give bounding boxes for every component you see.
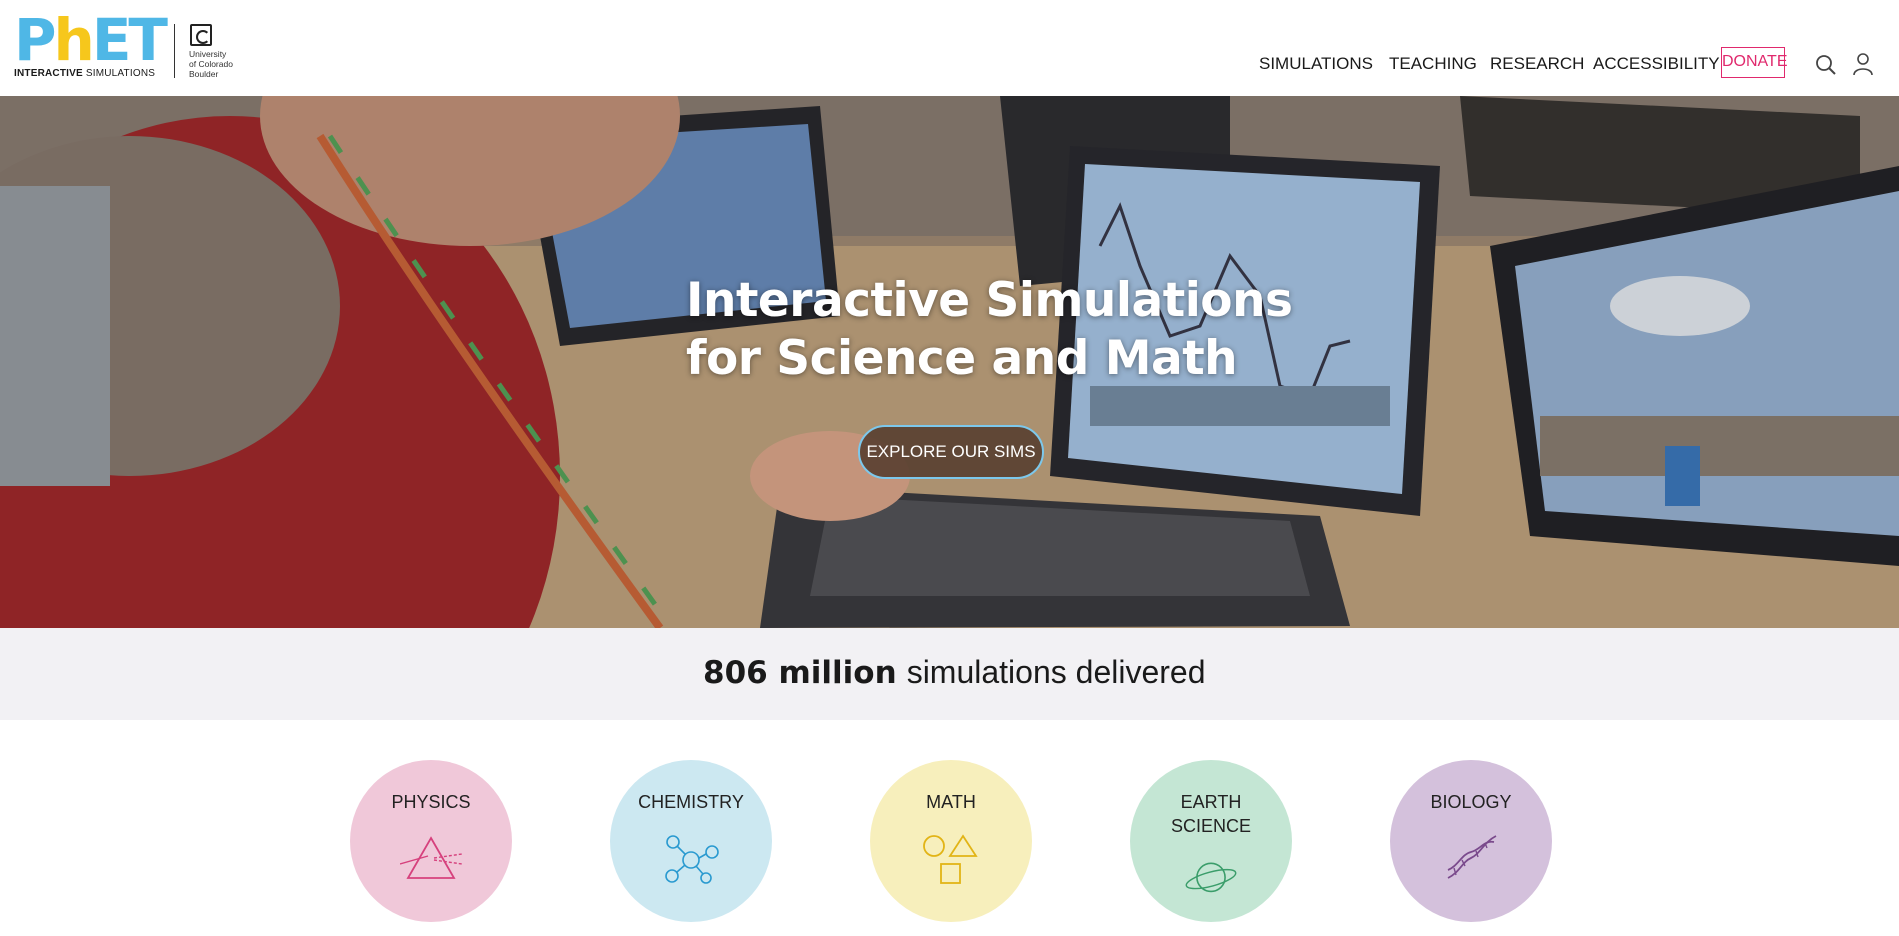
hero-banner: Interactive Simulations for Science and … [0, 96, 1899, 628]
category-biology[interactable]: BIOLOGY [1390, 760, 1552, 922]
stats-banner: 806 million simulations delivered [0, 628, 1899, 720]
category-label: EARTH SCIENCE [1170, 792, 1251, 836]
planet-icon [1185, 862, 1237, 893]
donate-button[interactable]: DONATE [1721, 47, 1787, 78]
category-chemistry[interactable]: CHEMISTRY [610, 760, 772, 922]
stats-label: simulations delivered [906, 654, 1206, 690]
category-label: BIOLOGY [1430, 792, 1512, 812]
logo-wordmark: PhET [14, 6, 168, 74]
cu-boulder-text: University of Colorado Boulder [189, 49, 233, 79]
explore-sims-button[interactable]: EXPLORE OUR SIMS [858, 425, 1044, 479]
nav-accessibility[interactable]: ACCESSIBILITY [1593, 54, 1720, 74]
search-icon[interactable] [1815, 54, 1837, 76]
cu-boulder-logo[interactable]: University of Colorado Boulder [188, 24, 248, 84]
prism-icon [400, 836, 462, 879]
hero-title: Interactive Simulations for Science and … [686, 273, 1293, 386]
logo-tagline: INTERACTIVE SIMULATIONS [14, 68, 156, 79]
category-label: MATH [926, 792, 976, 812]
dna-icon [1447, 835, 1497, 879]
category-label: PHYSICS [391, 792, 471, 812]
nav-simulations[interactable]: SIMULATIONS [1259, 54, 1373, 74]
nav-teaching[interactable]: TEACHING [1389, 54, 1477, 74]
category-earth-science[interactable]: EARTH SCIENCE [1130, 760, 1292, 922]
site-header: PhET INTERACTIVE SIMULATIONS University … [0, 0, 1899, 96]
stats-number: 806 million [703, 655, 897, 691]
category-math[interactable]: MATH [870, 760, 1032, 922]
molecule-icon [665, 835, 719, 884]
logo-divider [174, 24, 175, 78]
category-physics[interactable]: PHYSICS [350, 760, 512, 922]
category-label: CHEMISTRY [638, 792, 744, 812]
category-row: PHYSICS CHEMISTRY MATH EARTH SCIENCE BIO… [0, 720, 1899, 936]
cu-mark-icon [190, 24, 212, 46]
phet-logo[interactable]: PhET INTERACTIVE SIMULATIONS [14, 11, 168, 82]
nav-research[interactable]: RESEARCH [1490, 54, 1584, 74]
shapes-icon [923, 834, 978, 884]
user-account-icon[interactable] [1852, 52, 1874, 76]
stats-text: 806 million simulations delivered [703, 653, 1206, 692]
